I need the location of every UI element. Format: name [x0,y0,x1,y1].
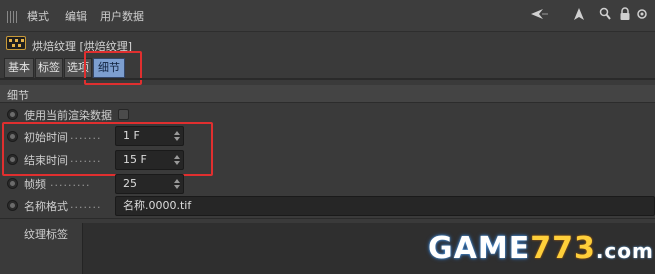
name-format-value: 名称.0000.tif [123,199,192,212]
use-current-label: 使用当前渲染数据 [24,109,112,122]
name-format-field[interactable]: 名称.0000.tif [115,196,655,216]
use-current-radio[interactable] [7,109,18,120]
search-icon[interactable] [598,7,612,25]
time-fields-highlight-box [2,122,213,176]
watermark-main: GAME [428,231,531,266]
fps-field[interactable]: 25 [115,174,184,194]
menu-mode[interactable]: 模式 [27,8,49,24]
arrow-up-icon[interactable] [572,7,586,25]
section-title: 细节 [7,89,29,102]
texture-tag-label: 纹理标签 [24,228,68,241]
tab-basic[interactable]: 基本 [4,58,34,78]
settings-icon[interactable] [635,7,649,25]
grip-icon[interactable] [7,11,19,23]
lock-icon[interactable] [618,7,632,25]
section-header[interactable]: 细节 [0,85,655,103]
name-format-radio[interactable] [7,200,18,211]
arrow-left-icon[interactable] [530,7,548,25]
menu-user-data[interactable]: 用户数据 [100,8,144,24]
fps-dots: ......... [50,176,91,189]
fps-label: 帧频 [24,178,46,191]
tabs-divider [0,78,655,80]
name-format-dots: ....... [70,198,102,211]
watermark-number: 773 [530,231,596,266]
tab-tags[interactable]: 标签 [35,58,63,78]
menu-bar [0,0,655,32]
watermark-domain: .com [595,239,654,263]
fps-value: 25 [123,177,137,190]
bake-texture-icon [6,36,26,50]
fps-radio[interactable] [7,178,18,189]
fps-spinner-icon[interactable] [174,177,180,191]
name-format-label: 名称格式 [24,200,68,213]
menu-edit[interactable]: 编辑 [65,8,87,24]
watermark-logo: GAME773.com [428,231,654,266]
use-current-checkbox[interactable] [118,109,129,120]
